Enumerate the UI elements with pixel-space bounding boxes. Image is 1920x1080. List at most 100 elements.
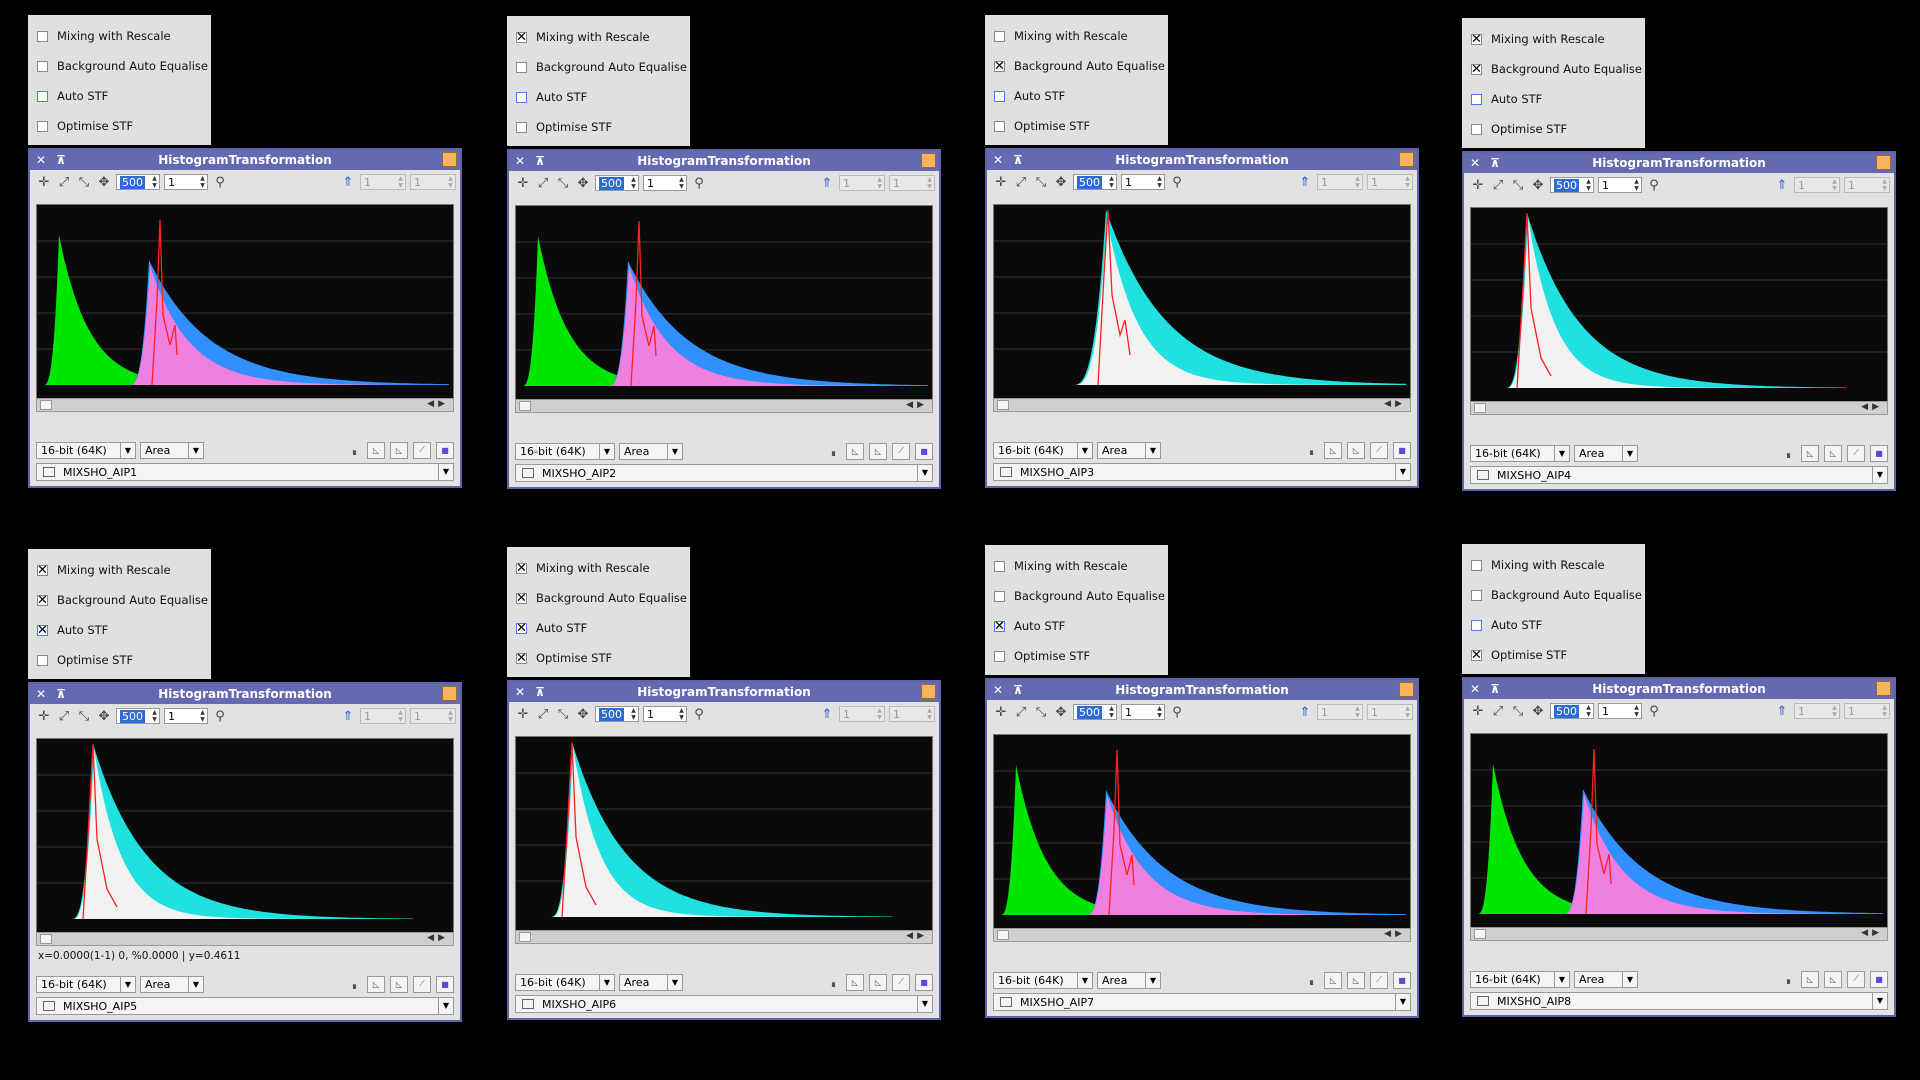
fit-icon[interactable]: ⤢: [533, 705, 553, 723]
horizontal-scrollbar[interactable]: ◀▶: [993, 398, 1411, 412]
scroll-thumb[interactable]: [997, 400, 1009, 410]
option-row[interactable]: ✕ Mixing with Rescale: [507, 22, 690, 52]
process-icon[interactable]: [1876, 681, 1891, 696]
target-view-select[interactable]: MIXSHO_AIP4 ▼: [1470, 466, 1888, 484]
checkbox-2[interactable]: [37, 90, 48, 102]
scroll-thumb[interactable]: [519, 932, 531, 942]
bit-depth-select[interactable]: 16-bit (64K) ▼: [993, 441, 1093, 459]
plot-mode-3-icon[interactable]: ⟋: [413, 975, 431, 993]
checkbox-1[interactable]: [516, 61, 527, 73]
option-row[interactable]: Mixing with Rescale: [985, 21, 1168, 51]
zoom-fit-icon[interactable]: ⤡: [1031, 173, 1051, 191]
bit-depth-select[interactable]: 16-bit (64K) ▼: [515, 442, 615, 460]
arrow-up-icon[interactable]: ⇑: [338, 707, 358, 725]
graph-style-select[interactable]: Area ▼: [140, 441, 204, 459]
scroll-arrows[interactable]: ◀▶: [1861, 928, 1883, 938]
pan-icon[interactable]: ✛: [991, 173, 1011, 191]
option-row[interactable]: ✕ Background Auto Equalise: [985, 51, 1168, 81]
target-view-select[interactable]: MIXSHO_AIP2 ▼: [515, 464, 933, 482]
histogram-plot[interactable]: [515, 205, 933, 400]
bit-depth-select[interactable]: 16-bit (64K) ▼: [1470, 444, 1570, 462]
close-icon[interactable]: ✕: [1468, 682, 1482, 696]
graph-style-select[interactable]: Area ▼: [1574, 444, 1638, 462]
process-icon[interactable]: [921, 153, 936, 168]
fit-icon[interactable]: ⤢: [54, 173, 74, 191]
scroll-arrows[interactable]: ◀▶: [906, 400, 928, 410]
target-view-select[interactable]: MIXSHO_AIP8 ▼: [1470, 992, 1888, 1010]
fit-icon[interactable]: ⤢: [1011, 703, 1031, 721]
target-view-select[interactable]: MIXSHO_AIP1 ▼: [36, 463, 454, 481]
zoom-x-input[interactable]: 500 ▲ ▼: [595, 175, 639, 191]
checkbox-0[interactable]: [37, 30, 48, 42]
plot-mode-4-icon[interactable]: ■: [1870, 444, 1888, 462]
zoom-x-input[interactable]: 500 ▲ ▼: [116, 174, 160, 190]
move-icon[interactable]: ✥: [94, 707, 114, 725]
close-icon[interactable]: ✕: [1468, 156, 1482, 170]
scroll-thumb[interactable]: [1474, 929, 1486, 939]
plot-mode-3-icon[interactable]: ⟋: [1847, 444, 1865, 462]
graph-icon[interactable]: ▗: [823, 443, 841, 460]
checkbox-1[interactable]: ✕: [37, 594, 48, 607]
graph-style-select[interactable]: Area ▼: [1574, 970, 1638, 988]
process-icon[interactable]: [1399, 152, 1414, 167]
option-row[interactable]: ✕ Background Auto Equalise: [28, 585, 211, 615]
plot-mode-4-icon[interactable]: ■: [1870, 970, 1888, 988]
shade-icon[interactable]: ⊼: [533, 685, 547, 699]
option-row[interactable]: ✕ Mixing with Rescale: [28, 555, 211, 585]
checkbox-1[interactable]: ✕: [516, 592, 527, 605]
plot-mode-1-icon[interactable]: ◺: [367, 975, 385, 993]
option-row[interactable]: Optimise STF: [28, 645, 211, 675]
plot-mode-2-icon[interactable]: ◺: [1824, 970, 1842, 988]
checkbox-0[interactable]: [994, 560, 1005, 572]
checkbox-1[interactable]: [994, 590, 1005, 602]
checkbox-1[interactable]: ✕: [994, 60, 1005, 73]
graph-style-select[interactable]: Area ▼: [1097, 441, 1161, 459]
horizontal-scrollbar[interactable]: ◀▶: [36, 398, 454, 412]
plot-mode-2-icon[interactable]: ◺: [1347, 441, 1365, 459]
checkbox-3[interactable]: [37, 654, 48, 666]
plot-mode-3-icon[interactable]: ⟋: [1370, 971, 1388, 989]
zoom-icon[interactable]: ⚲: [689, 174, 709, 192]
zoom-y-input[interactable]: 1 ▲ ▼: [1121, 174, 1165, 190]
horizontal-scrollbar[interactable]: ◀▶: [515, 399, 933, 413]
zoom-y-input[interactable]: 1 ▲ ▼: [1598, 177, 1642, 193]
option-row[interactable]: ✕ Optimise STF: [507, 643, 690, 673]
option-row[interactable]: Mixing with Rescale: [985, 551, 1168, 581]
scroll-thumb[interactable]: [40, 934, 52, 944]
shade-icon[interactable]: ⊼: [54, 687, 68, 701]
process-icon[interactable]: [921, 684, 936, 699]
checkbox-0[interactable]: ✕: [516, 31, 527, 44]
scroll-thumb[interactable]: [519, 401, 531, 411]
option-row[interactable]: ✕ Background Auto Equalise: [1462, 54, 1645, 84]
histogram-plot[interactable]: [1470, 207, 1888, 402]
zoom-x-input[interactable]: 500 ▲ ▼: [595, 706, 639, 722]
plot-mode-3-icon[interactable]: ⟋: [413, 441, 431, 459]
move-icon[interactable]: ✥: [573, 705, 593, 723]
plot-mode-2-icon[interactable]: ◺: [390, 441, 408, 459]
zoom-fit-icon[interactable]: ⤡: [1031, 703, 1051, 721]
plot-mode-2-icon[interactable]: ◺: [1347, 971, 1365, 989]
graph-style-select[interactable]: Area ▼: [619, 973, 683, 991]
option-row[interactable]: Mixing with Rescale: [1462, 550, 1645, 580]
fit-icon[interactable]: ⤢: [533, 174, 553, 192]
plot-mode-2-icon[interactable]: ◺: [869, 973, 887, 991]
graph-icon[interactable]: ▗: [1301, 442, 1319, 459]
checkbox-2[interactable]: ✕: [516, 622, 527, 635]
zoom-icon[interactable]: ⚲: [1167, 703, 1187, 721]
shade-icon[interactable]: ⊼: [1011, 683, 1025, 697]
process-icon[interactable]: [1876, 155, 1891, 170]
histogram-plot[interactable]: [1470, 733, 1888, 928]
scroll-thumb[interactable]: [40, 400, 52, 410]
plot-mode-4-icon[interactable]: ■: [915, 442, 933, 460]
scroll-thumb[interactable]: [997, 930, 1009, 940]
shade-icon[interactable]: ⊼: [533, 154, 547, 168]
plot-mode-4-icon[interactable]: ■: [915, 973, 933, 991]
option-row[interactable]: Auto STF: [985, 81, 1168, 111]
plot-mode-1-icon[interactable]: ◺: [367, 441, 385, 459]
histogram-plot[interactable]: [36, 738, 454, 933]
checkbox-3[interactable]: [516, 121, 527, 133]
close-icon[interactable]: ✕: [34, 153, 48, 167]
zoom-fit-icon[interactable]: ⤡: [553, 705, 573, 723]
checkbox-1[interactable]: [37, 60, 48, 72]
target-view-select[interactable]: MIXSHO_AIP3 ▼: [993, 463, 1411, 481]
